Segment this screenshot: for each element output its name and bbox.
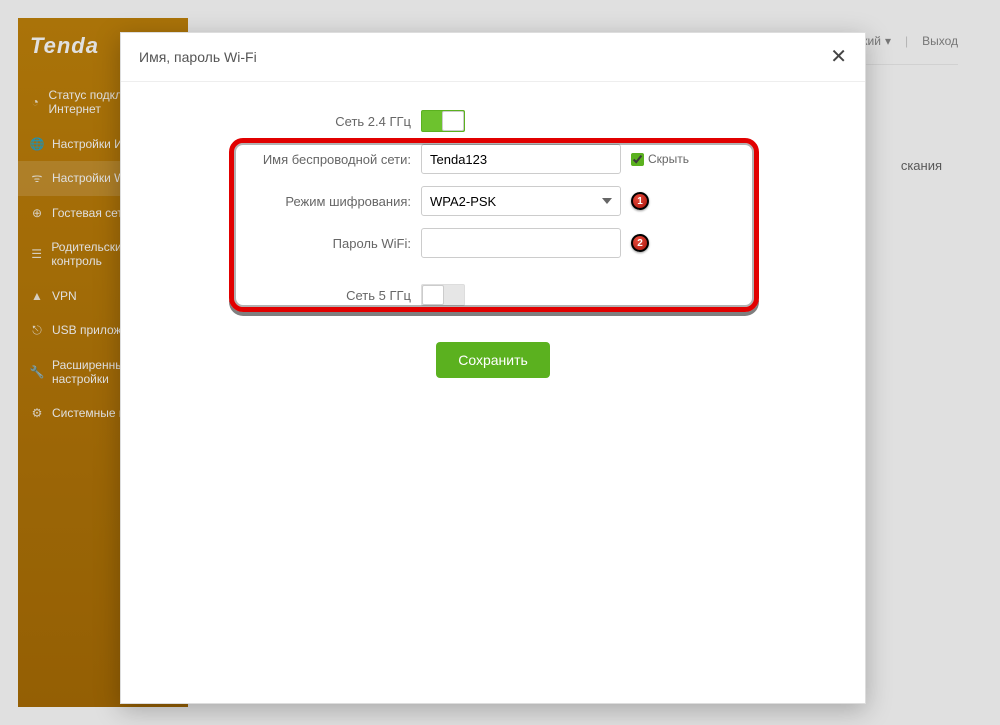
close-icon[interactable]: ✕ — [830, 47, 847, 67]
hide-ssid-checkbox[interactable]: Скрыть — [631, 152, 689, 166]
modal-title: Имя, пароль Wi-Fi — [139, 49, 257, 65]
label-5ghz: Сеть 5 ГГц — [121, 288, 421, 303]
hide-checkbox-label: Скрыть — [648, 152, 689, 166]
row-24ghz: Сеть 2.4 ГГц — [121, 110, 865, 132]
label-ssid: Имя беспроводной сети: — [121, 152, 421, 167]
label-password: Пароль WiFi: — [121, 236, 421, 251]
label-encryption: Режим шифрования: — [121, 194, 421, 209]
hide-checkbox-input[interactable] — [631, 153, 644, 166]
row-ssid: Имя беспроводной сети: Скрыть — [121, 144, 865, 174]
label-24ghz: Сеть 2.4 ГГц — [121, 114, 421, 129]
annotation-marker-1: 1 — [631, 192, 649, 210]
row-encryption: Режим шифрования: WPA2-PSK 1 — [121, 186, 865, 216]
annotation-marker-2: 2 — [631, 234, 649, 252]
row-5ghz: Сеть 5 ГГц — [121, 284, 865, 306]
row-password: Пароль WiFi: 2 — [121, 228, 865, 258]
modal-header: Имя, пароль Wi-Fi ✕ — [121, 33, 865, 82]
toggle-24ghz[interactable] — [421, 110, 465, 132]
modal-body: Сеть 2.4 ГГц Имя беспроводной сети: Скры… — [121, 82, 865, 703]
wifi-modal: Имя, пароль Wi-Fi ✕ Сеть 2.4 ГГц Имя бес… — [120, 32, 866, 704]
password-input[interactable] — [421, 228, 621, 258]
encryption-select[interactable]: WPA2-PSK — [421, 186, 621, 216]
toggle-5ghz[interactable] — [421, 284, 465, 306]
ssid-input[interactable] — [421, 144, 621, 174]
save-button[interactable]: Сохранить — [436, 342, 550, 378]
